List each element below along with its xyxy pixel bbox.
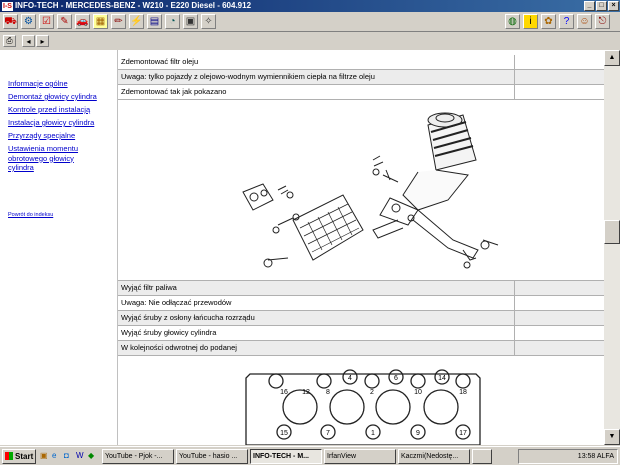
step-text: Uwaga: Nie odłączać przewodów [118, 296, 515, 310]
task-info-tech[interactable]: INFO-TECH - M... [250, 448, 322, 464]
sidebar-item-pre-install-checks[interactable]: Kontrole przed instalacją [0, 105, 117, 115]
checklist-icon[interactable]: ☑ [39, 14, 54, 29]
step-text: W kolejności odwrotnej do podanej [118, 341, 515, 355]
step-row: Uwaga: tylko pojazdy z olejowo-wodnym wy… [118, 70, 604, 85]
step-row: Uwaga: Nie odłączać przewodów [118, 296, 604, 311]
scroll-thumb[interactable] [604, 220, 620, 244]
globe-icon[interactable]: ◍ [505, 14, 520, 29]
chart-icon[interactable]: ▤ [147, 14, 162, 29]
bolt-label: 14 [438, 375, 446, 382]
bolt-label: 2 [370, 389, 374, 396]
sidebar: Informacje ogólne Demontaż głowicy cylin… [0, 50, 117, 445]
bolt-label: 16 [280, 389, 288, 396]
car-icon[interactable]: 🚗 [75, 14, 90, 29]
diagram-icon[interactable]: ▦ [93, 14, 108, 29]
bolt-label: 9 [416, 430, 420, 437]
cylinder-head-diagram: 16 12 8 4 2 6 10 14 18 15 7 1 9 17 [118, 356, 604, 445]
palette-icon[interactable]: ✿ [541, 14, 556, 29]
question-icon[interactable]: ? [559, 14, 574, 29]
taskbar: Start ▣ e ◘ W ◆ YouTube - Pjok -... YouT… [0, 446, 620, 465]
bolt-label: 10 [414, 389, 422, 396]
step-row: Wyjąć śruby głowicy cylindra [118, 326, 604, 341]
task-youtube-1[interactable]: YouTube - Pjok -... [102, 448, 174, 464]
start-button[interactable]: Start [2, 448, 36, 464]
ie-icon[interactable]: e [52, 451, 62, 461]
bolt-label: 6 [394, 375, 398, 382]
desktop-icon[interactable]: ◘ [64, 451, 74, 461]
edit-icon[interactable]: ✎ [57, 14, 72, 29]
pencil-icon[interactable]: ✏ [111, 14, 126, 29]
vehicle-icon[interactable]: ⛟ [3, 14, 18, 29]
exit-icon[interactable]: ⎋ [595, 14, 610, 29]
window-title: INFO-TECH - MERCEDES-BENZ - W210 - E220 … [14, 1, 252, 10]
help-person-icon[interactable]: ☺ [577, 14, 592, 29]
close-button[interactable]: × [608, 1, 619, 11]
step-row: W kolejności odwrotnej do podanej [118, 341, 604, 356]
nav-forward-icon[interactable]: ▸ [36, 35, 49, 47]
nav-back-icon[interactable]: ◂ [22, 35, 35, 47]
bolt-label: 8 [326, 389, 330, 396]
sidebar-item-special-tools[interactable]: Przyrządy specjalne [0, 131, 117, 141]
system-tray: 13:58 ALFA [518, 449, 618, 464]
app-logo: I-S [2, 1, 13, 11]
main-toolbar: ⛟ ⚙ ☑ ✎ 🚗 ▦ ✏ ⚡ ▤ ◔ ▣ ✧ ◍ i ✿ ? ☺ ⎋ [0, 12, 620, 32]
task-youtube-2[interactable]: YouTube - hasio ... [176, 448, 248, 464]
vertical-scrollbar[interactable]: ▲ ▼ [604, 50, 620, 445]
window-titlebar: I-S INFO-TECH - MERCEDES-BENZ - W210 - E… [0, 0, 620, 12]
task-extra[interactable] [472, 448, 492, 464]
sidebar-item-head-install[interactable]: Instalacja głowicy cylindra [0, 118, 117, 128]
bolt-label: 7 [326, 430, 330, 437]
step-row: Wyjąć śruby z osłony łańcucha rozrządu [118, 311, 604, 326]
content-pane: Zdemontować filtr oleju Uwaga: tylko poj… [117, 50, 604, 445]
sidebar-item-head-removal[interactable]: Demontaż głowicy cylindra [0, 92, 117, 102]
document-icon[interactable]: ▣ [183, 14, 198, 29]
word-icon[interactable]: W [76, 451, 86, 461]
tray-clock: 13:58 ALFA [577, 453, 614, 460]
quick-launch: ▣ e ◘ W ◆ [40, 451, 100, 461]
sidebar-item-torque-settings[interactable]: Ustawienia momentu obrotowego głowicy cy… [0, 144, 88, 173]
step-text: Wyjąć śruby z osłony łańcucha rozrządu [118, 311, 515, 325]
step-text: Zdemontować tak jak pokazano [118, 85, 515, 99]
bolt-label: 18 [459, 389, 467, 396]
oil-filter-diagram [118, 100, 604, 281]
step-row: Zdemontować filtr oleju [118, 55, 604, 70]
windows-logo-icon [5, 452, 13, 460]
app-icon[interactable]: ◆ [88, 451, 98, 461]
bolt-label: 15 [280, 430, 288, 437]
tools-icon[interactable]: ✧ [201, 14, 216, 29]
bolt-label: 1 [371, 430, 375, 437]
maximize-button[interactable]: □ [596, 1, 607, 11]
back-to-index-link[interactable]: Powrót do indeksu [0, 211, 53, 221]
oil-filter-drawing [242, 112, 499, 269]
explorer-icon[interactable]: ▣ [40, 451, 50, 461]
window-controls: _ □ × [583, 0, 619, 11]
print-icon[interactable]: ⎙ [3, 35, 16, 47]
bolt-label: 4 [348, 375, 352, 382]
step-text: Wyjąć śruby głowicy cylindra [118, 326, 515, 340]
step-text: Zdemontować filtr oleju [118, 55, 515, 69]
search-icon[interactable]: ⚙ [21, 14, 36, 29]
secondary-toolbar: ⎙ ◂ ▸ [0, 33, 620, 49]
step-row: Zdemontować tak jak pokazano [118, 85, 604, 100]
bolt-label: 12 [302, 389, 310, 396]
toolbar-right-group: ◍ i ✿ ? ☺ ⎋ [505, 14, 613, 29]
scroll-up-button[interactable]: ▲ [604, 50, 620, 66]
minimize-button[interactable]: _ [584, 1, 595, 11]
step-row: Wyjąć filtr paliwa [118, 281, 604, 296]
step-text: Uwaga: tylko pojazdy z olejowo-wodnym wy… [118, 70, 515, 84]
wiring-icon[interactable]: ⚡ [129, 14, 144, 29]
task-kaczmi[interactable]: Kaczmi(Nedostę... [398, 448, 470, 464]
sidebar-item-general-info[interactable]: Informacje ogólne [0, 79, 117, 89]
step-text: Wyjąć filtr paliwa [118, 281, 515, 295]
task-irfanview[interactable]: IrfanView [324, 448, 396, 464]
cylinder-head-drawing: 16 12 8 4 2 6 10 14 18 15 7 1 9 17 [245, 369, 481, 445]
scroll-down-button[interactable]: ▼ [604, 429, 620, 445]
bolt-label: 17 [459, 430, 467, 437]
sidebar-nav: Informacje ogólne Demontaż głowicy cylin… [0, 79, 117, 176]
gauge-icon[interactable]: ◔ [165, 14, 180, 29]
info-icon[interactable]: i [523, 14, 538, 29]
